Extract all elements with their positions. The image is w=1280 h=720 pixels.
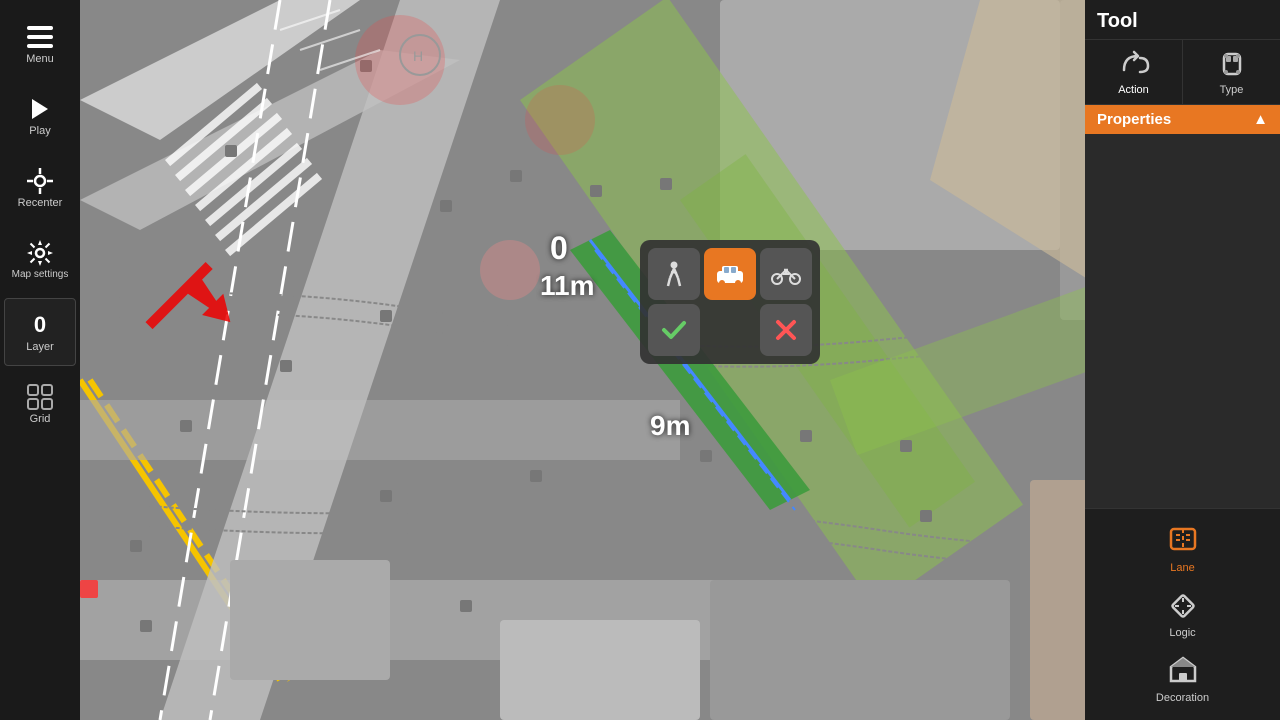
bottom-tools: Lane Logic bbox=[1085, 508, 1280, 720]
decoration-tool-button[interactable]: Decoration bbox=[1095, 647, 1270, 712]
right-panel: Tool Action bbox=[1085, 0, 1280, 720]
lane-tool-button[interactable]: Lane bbox=[1095, 517, 1270, 582]
confirm-button[interactable] bbox=[648, 304, 700, 356]
lane-label: Lane bbox=[1170, 562, 1194, 574]
grid-icon bbox=[26, 383, 54, 411]
popup-empty-cell bbox=[704, 304, 756, 356]
logic-tool-button[interactable]: Logic bbox=[1095, 582, 1270, 647]
type-tool-button[interactable]: Type bbox=[1183, 40, 1280, 104]
layer-label: Layer bbox=[26, 341, 54, 353]
tool-header: Tool bbox=[1085, 0, 1280, 40]
vehicle-type-walk-button[interactable] bbox=[648, 248, 700, 300]
play-icon bbox=[26, 95, 54, 123]
properties-collapse-icon[interactable]: ▲ bbox=[1253, 111, 1268, 128]
grid-label: Grid bbox=[30, 413, 51, 425]
lane-icon bbox=[1167, 525, 1199, 560]
gear-icon bbox=[26, 239, 54, 267]
left-sidebar: Menu Play Recenter bbox=[0, 0, 80, 720]
play-label: Play bbox=[29, 125, 50, 137]
logic-label: Logic bbox=[1169, 627, 1195, 639]
svg-text:H: H bbox=[413, 48, 423, 64]
menu-label: Menu bbox=[26, 53, 54, 65]
map-settings-button[interactable]: Map settings bbox=[4, 226, 76, 294]
decoration-label: Decoration bbox=[1156, 692, 1209, 704]
action-tool-button[interactable]: Action bbox=[1085, 40, 1183, 104]
map-settings-label: Map settings bbox=[12, 269, 69, 281]
logic-icon bbox=[1167, 590, 1199, 625]
properties-label: Properties bbox=[1097, 111, 1171, 128]
play-button[interactable]: Play bbox=[4, 82, 76, 150]
vehicle-type-car-button[interactable] bbox=[704, 248, 756, 300]
vehicle-type-bike-button[interactable] bbox=[760, 248, 812, 300]
recenter-label: Recenter bbox=[18, 197, 63, 209]
type-label: Type bbox=[1220, 84, 1244, 96]
popup-toolbar bbox=[640, 240, 820, 364]
layer-count-display: 0 bbox=[26, 311, 54, 339]
cancel-button[interactable] bbox=[760, 304, 812, 356]
type-icon bbox=[1216, 48, 1248, 82]
menu-icon bbox=[26, 23, 54, 51]
recenter-icon bbox=[26, 167, 54, 195]
properties-header[interactable]: Properties ▲ bbox=[1085, 105, 1280, 134]
action-icon bbox=[1118, 48, 1150, 82]
menu-button[interactable]: Menu bbox=[4, 10, 76, 78]
decoration-icon bbox=[1167, 655, 1199, 690]
properties-content bbox=[1085, 134, 1280, 508]
tool-title: Tool bbox=[1097, 10, 1138, 32]
grid-button[interactable]: Grid bbox=[4, 370, 76, 438]
tool-buttons: Action Type bbox=[1085, 40, 1280, 105]
recenter-button[interactable]: Recenter bbox=[4, 154, 76, 222]
action-label: Action bbox=[1118, 84, 1149, 96]
layer-button[interactable]: 0 Layer bbox=[4, 298, 76, 366]
